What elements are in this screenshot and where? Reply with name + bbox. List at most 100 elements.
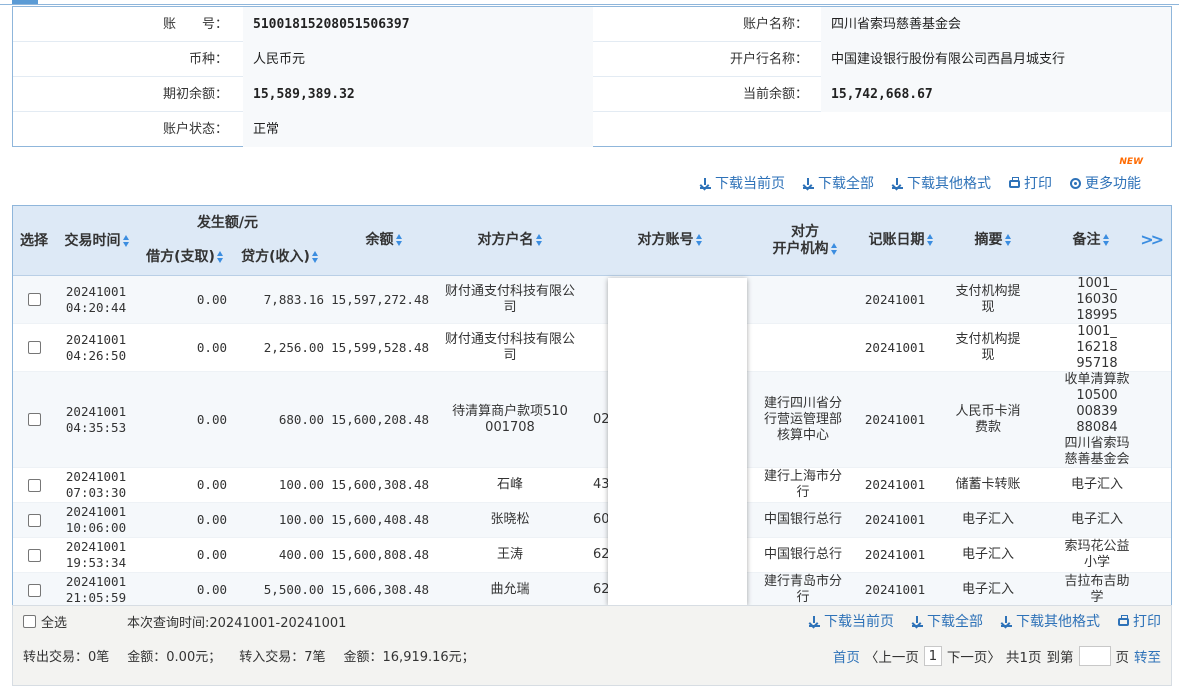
goto-label: 到第 xyxy=(1046,650,1074,666)
row-post-date: 20241001 xyxy=(864,547,926,562)
account-field-label: 期初余额： xyxy=(162,87,228,102)
row-summary: 支付机构提 现 xyxy=(955,283,1021,315)
download-all-link[interactable]: 下载全部 xyxy=(912,611,983,631)
sort-icon xyxy=(695,234,703,246)
header-counterparty-account[interactable]: 对方账号 xyxy=(625,232,715,249)
header-amount-group: 发生额/元 xyxy=(196,215,259,231)
sort-icon xyxy=(1004,234,1012,246)
row-credit: 5,500.00 xyxy=(263,582,324,597)
header-memo[interactable]: 备注 xyxy=(1061,232,1121,249)
account-field-label: 账户状态： xyxy=(162,122,228,137)
row-checkbox[interactable] xyxy=(27,513,41,527)
select-all-checkbox[interactable] xyxy=(23,615,36,628)
first-page-link[interactable]: 首页 xyxy=(833,646,860,666)
sort-icon xyxy=(311,251,319,263)
row-debit: 0.00 xyxy=(196,512,227,527)
row-memo: 1001_ 16030 18995 xyxy=(1076,275,1118,323)
row-summary: 电子汇入 xyxy=(961,547,1014,562)
header-select: 选择 xyxy=(20,233,48,249)
download-icon xyxy=(1001,615,1012,627)
row-counterparty-org xyxy=(755,324,851,371)
row-memo: 1001_ 16218 95718 xyxy=(1076,323,1118,371)
download-all-link[interactable]: 下载全部 xyxy=(803,173,874,193)
row-select-cell[interactable] xyxy=(21,573,47,605)
account-info-panel: 账 号： 51001815208051506397 账户名称： 四川省索玛慈善基金会币… xyxy=(12,6,1172,147)
row-balance: 15,606,308.48 xyxy=(331,582,429,597)
next-page-link[interactable]: 下一页〉 xyxy=(947,646,1001,666)
header-counterparty-name[interactable]: 对方户名 xyxy=(465,232,555,249)
download-icon xyxy=(700,177,711,189)
row-counterparty-name: 财付通支付科技有限公 司 xyxy=(444,283,575,315)
download-other-format-link[interactable]: 下载其他格式 xyxy=(892,173,991,193)
row-checkbox[interactable] xyxy=(27,583,41,597)
header-post-date[interactable]: 记账日期 xyxy=(861,232,941,249)
row-select-cell[interactable] xyxy=(21,538,47,572)
download-current-page-link[interactable]: 下载当前页 xyxy=(700,173,785,193)
header-time[interactable]: 交易时间 xyxy=(59,233,135,250)
table-row: 20241001 04:35:53 0.00 680.00 15,600,208.48… xyxy=(13,372,1171,468)
row-checkbox[interactable] xyxy=(27,548,41,562)
more-functions-link[interactable]: 更多功能 NEW xyxy=(1070,157,1143,193)
outgoing-amount: 金额：0.00元； xyxy=(127,650,222,665)
page-unit-label: 页 xyxy=(1115,650,1130,666)
prev-page-link[interactable]: 〈上一页 xyxy=(865,646,919,666)
row-debit: 0.00 xyxy=(196,477,227,492)
row-counterparty-name: 财付通支付科技有限公 司 xyxy=(444,331,575,363)
row-post-date: 20241001 xyxy=(864,477,926,492)
row-credit: 2,256.00 xyxy=(263,339,324,355)
row-post-date: 20241001 xyxy=(864,411,926,427)
row-memo: 电子汇入 xyxy=(1070,512,1123,527)
go-button[interactable]: 转至 xyxy=(1134,646,1161,666)
incoming-amount: 金额：16,919.16元； xyxy=(343,650,475,665)
download-current-page-link[interactable]: 下载当前页 xyxy=(809,611,894,631)
table-row: 20241001 04:26:50 0.00 2,256.00 15,599,528.… xyxy=(13,324,1171,372)
row-summary: 人民币卡消 费款 xyxy=(955,403,1021,435)
row-balance: 15,600,208.48 xyxy=(331,411,429,427)
print-link[interactable]: 打印 xyxy=(1009,173,1052,193)
row-select-cell[interactable] xyxy=(21,324,47,371)
row-time: 20241001 04:26:50 xyxy=(65,331,127,363)
header-counterparty-org[interactable]: 对方 开户机构 xyxy=(765,224,845,258)
row-checkbox[interactable] xyxy=(27,293,41,306)
sort-icon xyxy=(535,234,543,246)
top-toolbar: 下载当前页 下载全部 下载其他格式 打印 更多功能 NEW xyxy=(700,157,1143,194)
row-balance: 15,600,308.48 xyxy=(331,477,429,492)
download-other-format-link[interactable]: 下载其他格式 xyxy=(1001,611,1100,631)
header-summary[interactable]: 摘要 xyxy=(963,232,1023,249)
row-select-cell[interactable] xyxy=(21,503,47,537)
more-columns-arrow[interactable]: >> xyxy=(1140,230,1164,249)
download-icon xyxy=(803,177,814,189)
current-page[interactable]: 1 xyxy=(923,646,942,666)
row-counterparty-name: 石峰 xyxy=(496,477,523,492)
print-link[interactable]: 打印 xyxy=(1118,611,1161,631)
row-select-cell[interactable] xyxy=(21,372,47,467)
download-icon xyxy=(912,615,923,627)
row-counterparty-org: 建行四川省分 行营运管理部 核算中心 xyxy=(763,395,842,443)
row-select-cell[interactable] xyxy=(21,468,47,502)
row-balance: 15,599,528.48 xyxy=(331,339,429,355)
select-all[interactable]: 全选 xyxy=(23,612,67,631)
row-memo: 电子汇入 xyxy=(1070,477,1123,492)
row-checkbox[interactable] xyxy=(27,478,41,492)
row-post-date: 20241001 xyxy=(864,339,926,355)
header-credit[interactable]: 贷方(收入) xyxy=(233,249,327,266)
account-field-value: 中国建设银行股份有限公司西昌月城支行 xyxy=(821,42,1171,77)
header-debit[interactable]: 借方(支取) xyxy=(137,249,233,266)
header-balance[interactable]: 余额 xyxy=(349,232,419,249)
account-info-row: 币种： 人民币元 开户行名称： 中国建设银行股份有限公司西昌月城支行 xyxy=(13,42,1171,77)
row-summary: 支付机构提 现 xyxy=(955,331,1021,363)
row-summary: 电子汇入 xyxy=(961,582,1014,597)
row-checkbox[interactable] xyxy=(27,341,41,354)
account-field-label: 当前余额： xyxy=(742,87,808,102)
row-balance: 15,597,272.48 xyxy=(331,291,429,307)
page-jump-input[interactable] xyxy=(1078,646,1111,666)
account-field-label: 开户行名称： xyxy=(729,52,808,67)
row-counterparty-name: 王涛 xyxy=(496,547,523,562)
row-balance: 15,600,808.48 xyxy=(331,547,429,562)
gear-icon xyxy=(1070,177,1081,189)
row-counterparty-org: 建行上海市分 行 xyxy=(763,469,842,500)
row-checkbox[interactable] xyxy=(27,413,41,426)
row-select-cell[interactable] xyxy=(21,276,47,323)
row-credit: 100.00 xyxy=(278,512,324,527)
table-footer: 全选 本次查询时间:20241001-20241001 下载当前页 下载全部 下… xyxy=(12,605,1172,686)
